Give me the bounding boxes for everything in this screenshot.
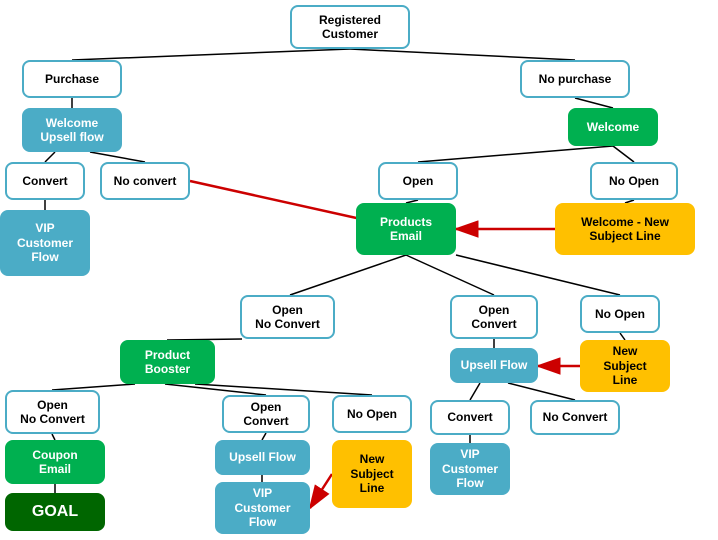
new-subject-right-node: New Subject Line bbox=[580, 340, 670, 392]
welcome-upsell-node: Welcome Upsell flow bbox=[22, 108, 122, 152]
upsell-flow-right-node: Upsell Flow bbox=[450, 348, 538, 383]
purchase-node: Purchase bbox=[22, 60, 122, 98]
welcome-new-subject-node: Welcome - New Subject Line bbox=[555, 203, 695, 255]
no-convert-right-node: No Convert bbox=[530, 400, 620, 435]
open-no-convert-left-node: Open No Convert bbox=[5, 390, 100, 434]
vip-bottom-right-node: VIP Customer Flow bbox=[430, 443, 510, 495]
product-booster-node: Product Booster bbox=[120, 340, 215, 384]
upsell-flow-mid-node: Upsell Flow bbox=[215, 440, 310, 475]
flow-diagram: Registered Customer Purchase No purchase… bbox=[0, 0, 718, 540]
no-open-far-right-node: No Open bbox=[580, 295, 660, 333]
open-convert-right-node: Open Convert bbox=[450, 295, 538, 339]
no-convert-node: No convert bbox=[100, 162, 190, 200]
open-convert-mid-node: Open Convert bbox=[222, 395, 310, 433]
convert-node: Convert bbox=[5, 162, 85, 200]
goal-node: GOAL bbox=[5, 493, 105, 531]
products-email-node: Products Email bbox=[356, 203, 456, 255]
no-purchase-node: No purchase bbox=[520, 60, 630, 98]
coupon-email-node: Coupon Email bbox=[5, 440, 105, 484]
open-no-convert-mid-node: Open No Convert bbox=[240, 295, 335, 339]
no-open-right-node: No Open bbox=[590, 162, 678, 200]
welcome-node: Welcome bbox=[568, 108, 658, 146]
vip-top-node: VIP Customer Flow bbox=[0, 210, 90, 276]
vip-bottom-mid-node: VIP Customer Flow bbox=[215, 482, 310, 534]
convert-right-node: Convert bbox=[430, 400, 510, 435]
new-subject-mid-node: New Subject Line bbox=[332, 440, 412, 508]
no-open-mid-node: No Open bbox=[332, 395, 412, 433]
open-node: Open bbox=[378, 162, 458, 200]
registered-customer-node: Registered Customer bbox=[290, 5, 410, 49]
